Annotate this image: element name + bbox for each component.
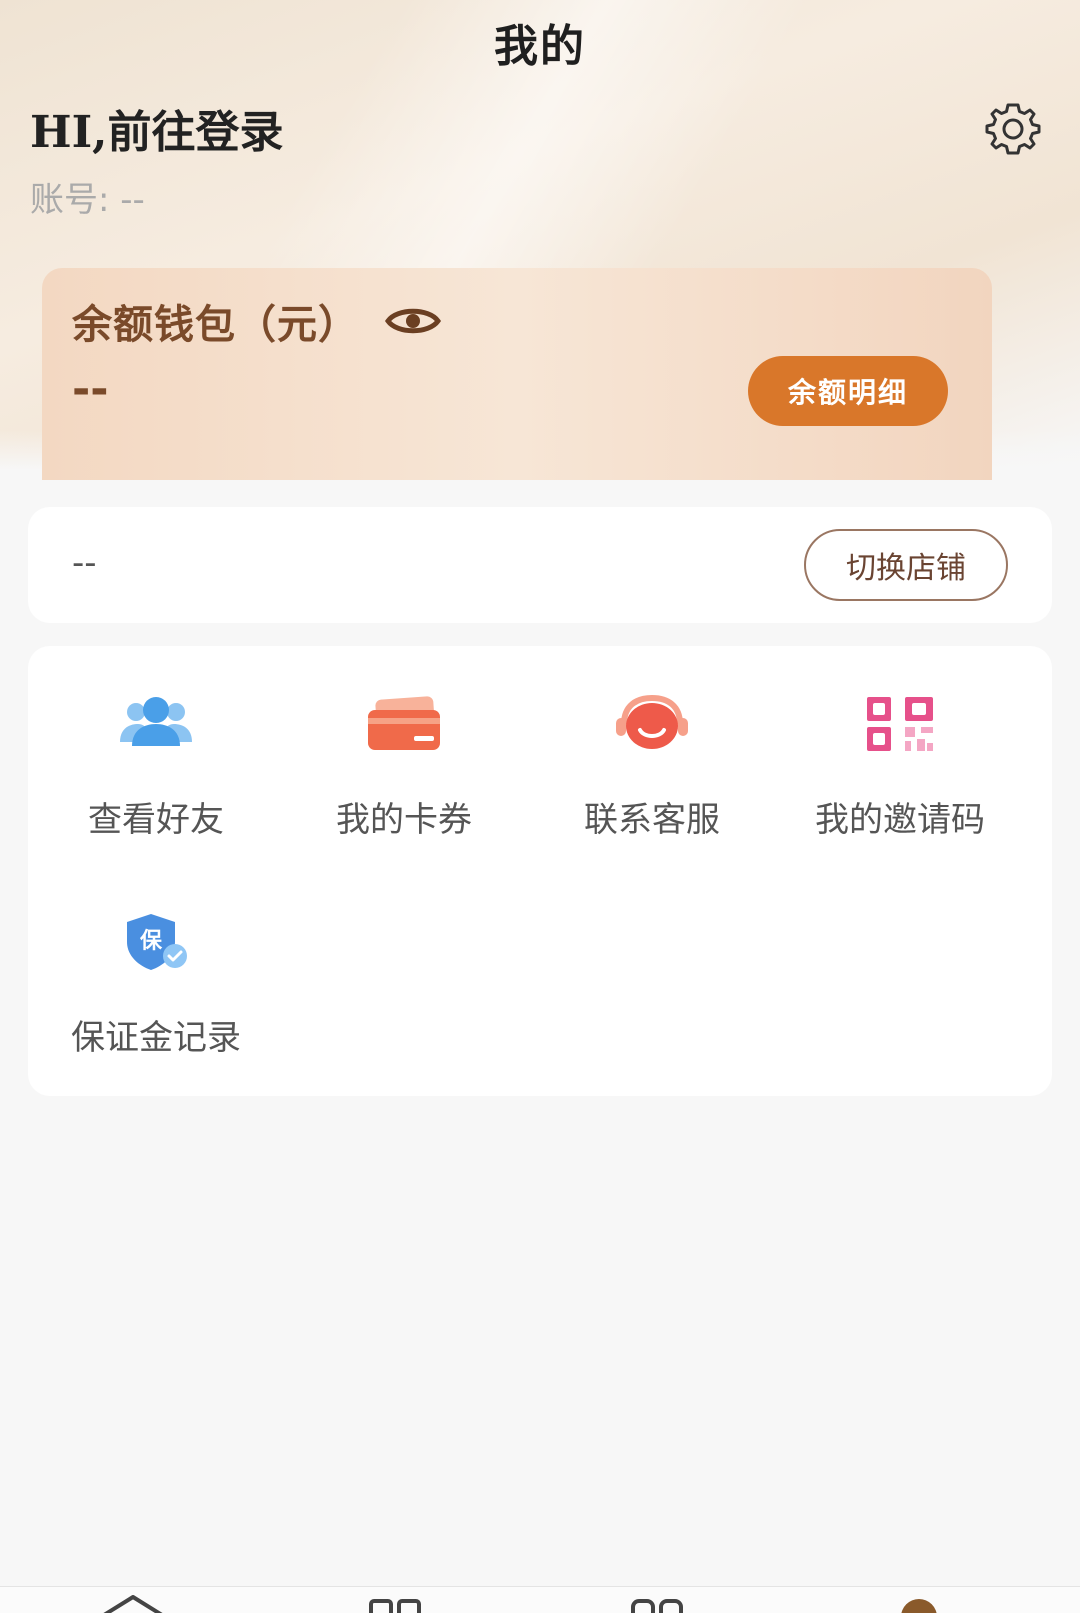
menu-grid: 查看好友 我的卡券 联系客服 我的邀请码 保 保证金记录 bbox=[28, 646, 1052, 1096]
wallet-title: 余额钱包（元） bbox=[72, 292, 441, 350]
menu-item-friends[interactable]: 查看好友 bbox=[28, 646, 284, 846]
menu-label: 联系客服 bbox=[584, 800, 720, 840]
friends-icon bbox=[116, 684, 196, 764]
tab-category[interactable] bbox=[622, 1595, 692, 1613]
tab-home[interactable] bbox=[98, 1595, 168, 1613]
menu-item-invite-code[interactable]: 我的邀请码 bbox=[772, 646, 1028, 846]
customer-service-icon bbox=[612, 684, 692, 764]
menu-label: 保证金记录 bbox=[71, 1018, 241, 1058]
menu-label: 我的邀请码 bbox=[815, 800, 985, 840]
card-icon bbox=[364, 684, 444, 764]
gear-icon bbox=[985, 103, 1041, 155]
wallet-card: 余额钱包（元） -- 余额明细 bbox=[42, 268, 992, 480]
bottom-tab-bar bbox=[0, 1586, 1080, 1613]
balance-detail-button[interactable]: 余额明细 bbox=[748, 356, 948, 426]
menu-label: 查看好友 bbox=[88, 800, 224, 840]
page-title: 我的 bbox=[494, 21, 586, 72]
login-greeting[interactable]: HI,前往登录 bbox=[30, 96, 283, 160]
menu-label: 我的卡券 bbox=[336, 800, 472, 840]
eye-icon[interactable] bbox=[385, 304, 441, 338]
menu-item-coupons[interactable]: 我的卡券 bbox=[276, 646, 532, 846]
qr-code-icon bbox=[860, 684, 940, 764]
profile-icon bbox=[901, 1599, 937, 1613]
account-label: 账号: -- bbox=[30, 180, 145, 220]
tab-grid[interactable] bbox=[360, 1595, 430, 1613]
wallet-balance: -- bbox=[72, 364, 109, 415]
grid-icon bbox=[369, 1599, 421, 1613]
wallet-title-text: 余额钱包（元） bbox=[72, 302, 359, 348]
switch-store-button[interactable]: 切换店铺 bbox=[804, 529, 1008, 601]
category-icon bbox=[631, 1599, 683, 1613]
menu-item-customer-service[interactable]: 联系客服 bbox=[524, 646, 780, 846]
tab-profile[interactable] bbox=[884, 1595, 954, 1613]
svg-text:保: 保 bbox=[139, 929, 163, 954]
menu-item-deposit-records[interactable]: 保 保证金记录 bbox=[28, 864, 284, 1064]
home-icon bbox=[103, 1595, 163, 1613]
store-card: -- 切换店铺 bbox=[28, 507, 1052, 623]
settings-button[interactable] bbox=[984, 100, 1042, 158]
shield-icon: 保 bbox=[116, 902, 196, 982]
store-name: -- bbox=[72, 543, 97, 583]
